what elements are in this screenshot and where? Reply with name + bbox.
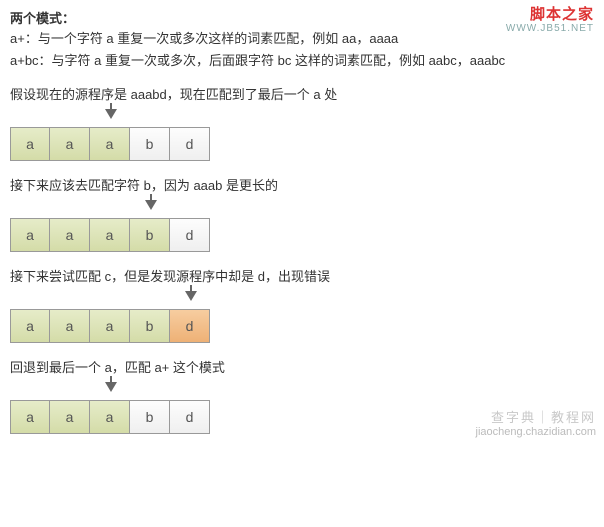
pointer-arrow-icon <box>105 382 117 392</box>
char-cell: a <box>90 127 130 161</box>
char-cell: d <box>170 218 210 252</box>
watermark-top-url: WWW.JB51.NET <box>506 23 594 35</box>
watermark-bottom-url: jiaocheng.chazidian.com <box>476 426 596 440</box>
char-cell: d <box>170 309 210 343</box>
watermark-top: 脚本之家 WWW.JB51.NET <box>506 6 594 35</box>
char-cell: a <box>90 218 130 252</box>
watermark-bottom: 查字典｜教程网 jiaocheng.chazidian.com <box>476 410 596 440</box>
char-cell: a <box>10 309 50 343</box>
char-cell: b <box>130 309 170 343</box>
watermark-bottom-title: 查字典｜教程网 <box>476 410 596 426</box>
arrow-row <box>11 200 594 218</box>
sequence-block: aaabd <box>10 200 594 252</box>
pointer-arrow-icon <box>145 200 157 210</box>
char-cell: a <box>90 309 130 343</box>
sequence-block: aaabd <box>10 291 594 343</box>
arrow-row <box>11 382 594 400</box>
pointer-arrow-icon <box>185 291 197 301</box>
watermark-top-title: 脚本之家 <box>506 6 594 23</box>
step-caption: 回退到最后一个 a，匹配 a+ 这个模式 <box>10 357 594 376</box>
char-cell: d <box>170 400 210 434</box>
steps-container: 假设现在的源程序是 aaabd，现在匹配到了最后一个 a 处aaabd接下来应该… <box>10 84 594 434</box>
char-cell: b <box>130 400 170 434</box>
char-cell: d <box>170 127 210 161</box>
pointer-arrow-icon <box>105 109 117 119</box>
step-caption: 接下来尝试匹配 c，但是发现源程序中却是 d，出现错误 <box>10 266 594 285</box>
char-cell: a <box>50 127 90 161</box>
char-cell: b <box>130 218 170 252</box>
char-cell: a <box>10 218 50 252</box>
cell-row: aaabd <box>10 218 594 252</box>
step-caption: 接下来应该去匹配字符 b，因为 aaab 是更长的 <box>10 175 594 194</box>
char-cell: a <box>10 127 50 161</box>
arrow-row <box>11 109 594 127</box>
sequence-block: aaabd <box>10 109 594 161</box>
char-cell: a <box>50 309 90 343</box>
char-cell: a <box>50 218 90 252</box>
intro-line-2: a+bc：与字符 a 重复一次或多次，后面跟字符 bc 这样的词素匹配，例如 a… <box>10 51 594 71</box>
char-cell: a <box>50 400 90 434</box>
cell-row: aaabd <box>10 309 594 343</box>
char-cell: b <box>130 127 170 161</box>
cell-row: aaabd <box>10 127 594 161</box>
step-caption: 假设现在的源程序是 aaabd，现在匹配到了最后一个 a 处 <box>10 84 594 103</box>
char-cell: a <box>90 400 130 434</box>
arrow-row <box>11 291 594 309</box>
char-cell: a <box>10 400 50 434</box>
